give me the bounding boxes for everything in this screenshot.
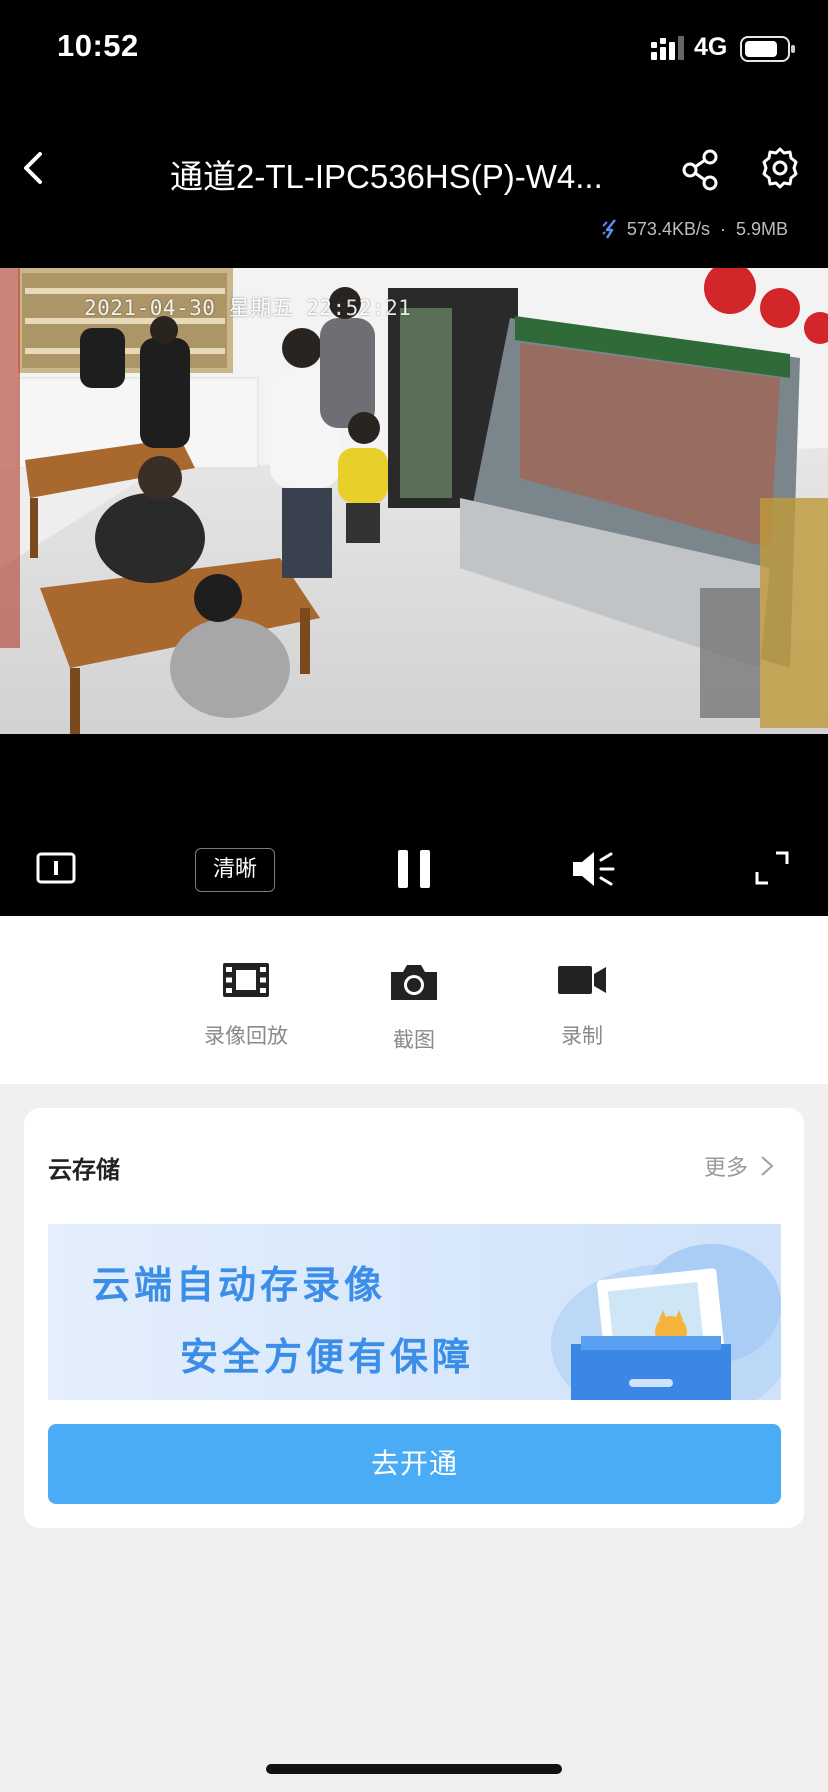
activate-button[interactable]: 去开通	[48, 1424, 781, 1504]
signal-icon	[651, 36, 684, 60]
video-camera-icon	[558, 966, 606, 994]
gear-icon[interactable]	[758, 146, 802, 190]
cloud-storage-card: 云存储 更多 云端自动存录像 安全方便有保障 去开通	[24, 1108, 804, 1528]
video-feed[interactable]: 2021-04-30 星期五 22:52:21	[0, 268, 828, 734]
info-icon[interactable]	[36, 852, 76, 884]
back-arrow-icon[interactable]	[14, 146, 54, 190]
more-label: 更多	[703, 1156, 748, 1181]
player-controls: 清晰	[0, 830, 828, 910]
page-title: 通道2-TL-IPC536HS(P)-W4...	[170, 158, 603, 195]
status-time: 10:52	[57, 28, 139, 63]
battery-icon	[740, 36, 795, 62]
action-row: 录像回放 截图 录制	[0, 916, 828, 1084]
fullscreen-icon[interactable]	[754, 850, 790, 886]
stream-stats: 573.4KB/s · 5.9MB	[601, 218, 788, 240]
stats-separator: ·	[719, 218, 726, 239]
nav-bar: 通道2-TL-IPC536HS(P)-W4...	[0, 130, 828, 210]
stream-size: 5.9MB	[735, 218, 788, 239]
more-link[interactable]: 更多	[704, 1150, 774, 1182]
status-bar: 10:52 4G	[0, 0, 828, 100]
speed-icon	[602, 219, 616, 239]
card-title: 云存储	[48, 1156, 120, 1184]
banner-subline: 安全方便有保障	[180, 1335, 475, 1379]
quality-button[interactable]: 清晰	[195, 848, 275, 892]
video-timestamp-overlay: 2021-04-30 星期五 22:52:21	[84, 296, 412, 320]
playback-label: 录像回放	[204, 1024, 288, 1048]
cloud-drawer-illustration	[551, 1244, 781, 1400]
record-label: 录制	[561, 1024, 603, 1048]
cloud-banner[interactable]: 云端自动存录像 安全方便有保障	[48, 1224, 781, 1400]
pause-icon[interactable]	[396, 848, 432, 890]
record-button[interactable]: 录制	[522, 962, 642, 1050]
screenshot-button[interactable]: 截图	[354, 962, 474, 1054]
stream-speed: 573.4KB/s	[626, 218, 710, 239]
chevron-right-icon	[761, 1156, 774, 1176]
network-label: 4G	[694, 33, 728, 61]
playback-button[interactable]: 录像回放	[186, 962, 306, 1050]
camera-icon	[391, 965, 437, 1000]
banner-headline: 云端自动存录像	[92, 1263, 387, 1307]
camera-scene-image	[0, 268, 828, 734]
share-icon[interactable]	[680, 148, 720, 192]
volume-mute-icon[interactable]	[570, 848, 616, 890]
top-bar-area: 10:52 4G 通道2-TL-IPC536HS(P)-W4... 573.4K…	[0, 0, 828, 268]
screenshot-label: 截图	[393, 1028, 435, 1052]
home-indicator[interactable]	[266, 1764, 562, 1774]
app-screen: 10:52 4G 通道2-TL-IPC536HS(P)-W4... 573.4K…	[0, 0, 828, 1792]
film-icon	[223, 963, 269, 997]
